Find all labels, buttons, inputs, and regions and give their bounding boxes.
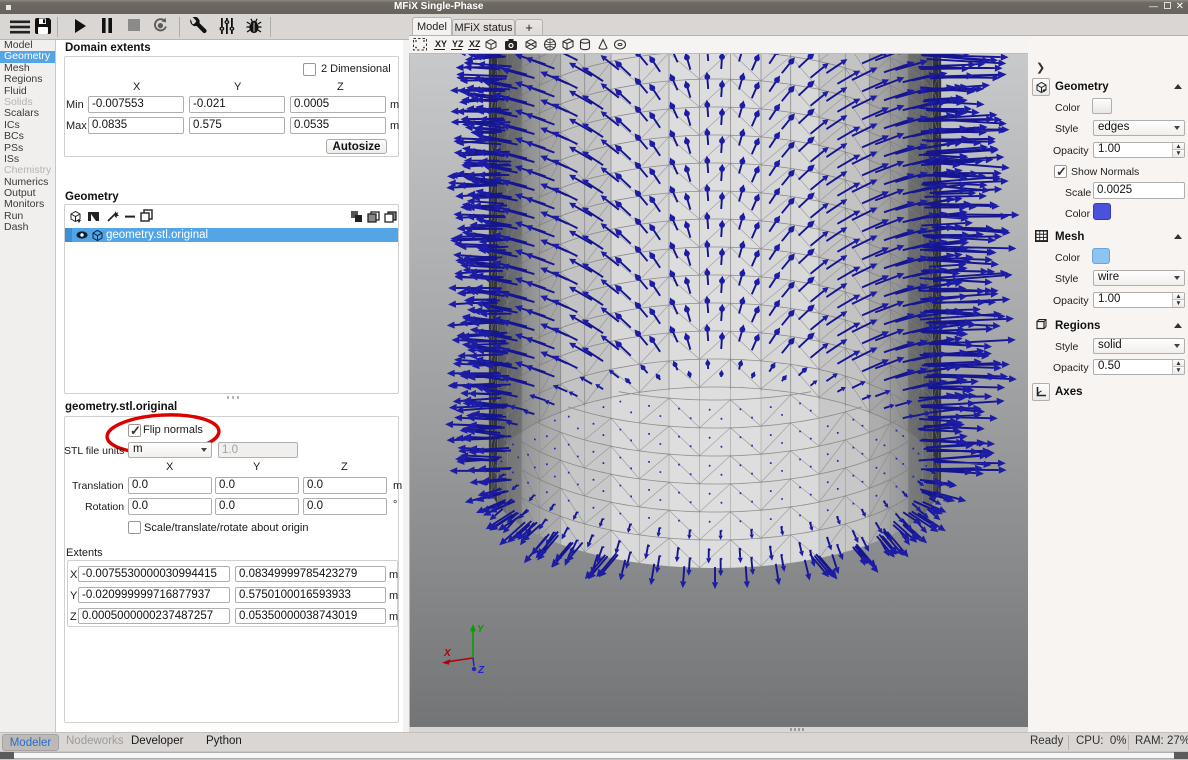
svg-text:Z: Z (477, 665, 485, 676)
svg-text:X: X (443, 648, 452, 659)
svg-text:XY: XY (435, 39, 447, 49)
svg-text:YZ: YZ (452, 39, 464, 49)
svg-text:XZ: XZ (469, 39, 481, 49)
